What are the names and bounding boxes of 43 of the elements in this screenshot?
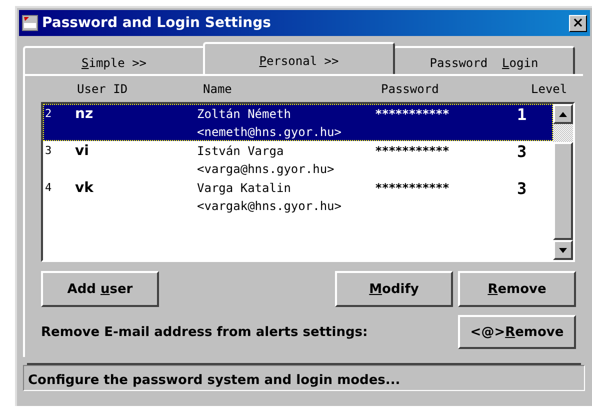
email-remove-label: Remove E-mail address from alerts settings:	[41, 324, 368, 340]
user-row[interactable]: 2 nz Zoltán Németh <nemeth@hns.gyor.hu> *********** 1	[43, 104, 553, 141]
name-cell-text: Zoltán Németh	[197, 107, 292, 121]
email-remove-button[interactable]: <@>Remove	[458, 315, 576, 349]
level-cell-text: 3	[517, 178, 527, 200]
scroll-up-button[interactable]	[553, 104, 573, 124]
scrollbar[interactable]	[553, 104, 573, 260]
row-number: 2	[44, 106, 53, 122]
row-number: 3	[44, 143, 53, 159]
user-row[interactable]: 3 vi István Varga <varga@hns.gyor.hu> *********** 3	[43, 141, 553, 178]
column-header: User ID	[77, 82, 128, 96]
user-id-cell-text: vi	[75, 142, 90, 161]
email-cell-text: <varga@hns.gyor.hu>	[197, 162, 336, 176]
scroll-down-button[interactable]	[553, 240, 573, 260]
column-header: Level	[531, 82, 568, 96]
down-arrow-icon	[559, 248, 567, 252]
app-icon	[22, 15, 38, 31]
remove-button[interactable]: Remove	[458, 271, 576, 307]
email-cell-text: <nemeth@hns.gyor.hu>	[197, 125, 342, 139]
user-id-cell-text: nz	[75, 105, 94, 124]
name-cell-text: István Varga	[197, 144, 285, 158]
up-arrow-icon	[559, 112, 567, 116]
email-cell-text: <vargak@hns.gyor.hu>	[197, 199, 342, 213]
user-id-cell-text: vk	[75, 179, 94, 198]
password-cell-text: ***********	[375, 106, 450, 123]
tab[interactable]: Personal >>	[203, 42, 395, 74]
user-row[interactable]: 4 vk Varga Katalin <vargak@hns.gyor.hu> *********** 3	[43, 178, 553, 215]
column-header: Password	[381, 82, 439, 96]
column-header: Name	[203, 82, 232, 96]
level-cell-text: 3	[517, 141, 527, 163]
window-title: Password and Login Settings	[42, 15, 272, 31]
modify-button[interactable]: Modify	[335, 271, 453, 307]
name-cell-text: Varga Katalin	[197, 181, 292, 195]
status-bar: Configure the password system and login modes...	[23, 365, 585, 391]
level-cell-text: 1	[517, 104, 527, 126]
close-button[interactable]: ×	[569, 14, 587, 32]
row-number: 4	[44, 180, 53, 196]
tab[interactable]: Password Login	[393, 46, 575, 74]
tab[interactable]: Simple >>	[23, 46, 205, 74]
password-cell-text: ***********	[375, 143, 450, 160]
password-cell-text: ***********	[375, 180, 450, 197]
add-user-button[interactable]: Add user	[41, 271, 159, 307]
scroll-thumb[interactable]	[553, 124, 573, 142]
